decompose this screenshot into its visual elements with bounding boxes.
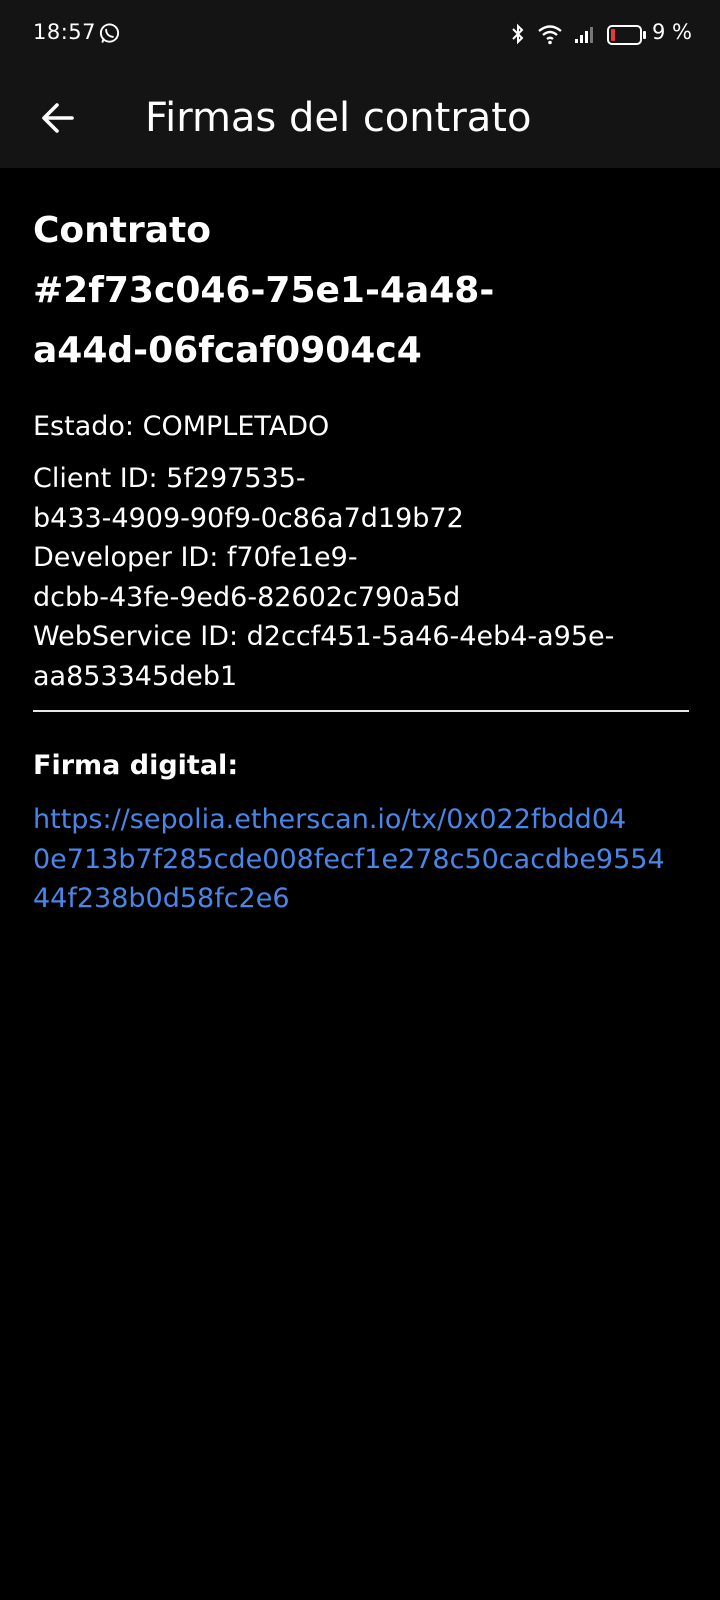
contract-title-line: Contrato: [33, 210, 211, 251]
signal-icon: [575, 24, 597, 44]
status-time: 18:57: [33, 20, 97, 44]
battery-icon: [607, 24, 647, 46]
battery-percentage: 9 %: [652, 20, 692, 44]
divider: [33, 710, 689, 712]
webservice-id-line: aa853345deb1: [33, 660, 238, 692]
contract-status: Estado: COMPLETADO: [33, 411, 330, 442]
contract-title-line: #2f73c046-75e1-4a48-: [33, 270, 495, 311]
whatsapp-icon: [98, 22, 121, 45]
webservice-id-line: WebService ID: d2ccf451-5a46-4eb4-a95e-: [33, 621, 615, 652]
link-line: 0e713b7f285cde008fecf1e278c50cacdbe9554: [33, 843, 665, 875]
back-button[interactable]: [30, 90, 86, 146]
arrow-back-icon: [42, 103, 74, 133]
client-id-line: Client ID: 5f297535-: [33, 463, 306, 494]
contract-title-line: a44d-06fcaf0904c4: [33, 330, 422, 371]
client-id-line: b433-4909-90f9-0c86a7d19b72: [33, 502, 464, 534]
app-bar: Firmas del contrato: [0, 70, 720, 168]
digital-signature-link[interactable]: https://sepolia.etherscan.io/tx/0x022fbd…: [33, 800, 689, 919]
bluetooth-icon: [510, 22, 526, 46]
contract-ids: Client ID: 5f297535- b433-4909-90f9-0c86…: [33, 459, 689, 696]
status-bar: 18:57 9 %: [0, 0, 720, 70]
wifi-icon: [537, 23, 563, 45]
contract-title: Contrato #2f73c046-75e1-4a48- a44d-06fca…: [33, 201, 553, 381]
digital-signature-label: Firma digital:: [33, 750, 239, 781]
contract-detail: Contrato #2f73c046-75e1-4a48- a44d-06fca…: [33, 168, 689, 919]
link-line: https://sepolia.etherscan.io/tx/0x022fbd…: [33, 804, 627, 835]
developer-id-line: Developer ID: f70fe1e9-: [33, 542, 358, 573]
developer-id-line: dcbb-43fe-9ed6-82602c790a5d: [33, 581, 461, 613]
page-title: Firmas del contrato: [145, 95, 532, 141]
link-line: 44f238b0d58fc2e6: [33, 883, 290, 914]
